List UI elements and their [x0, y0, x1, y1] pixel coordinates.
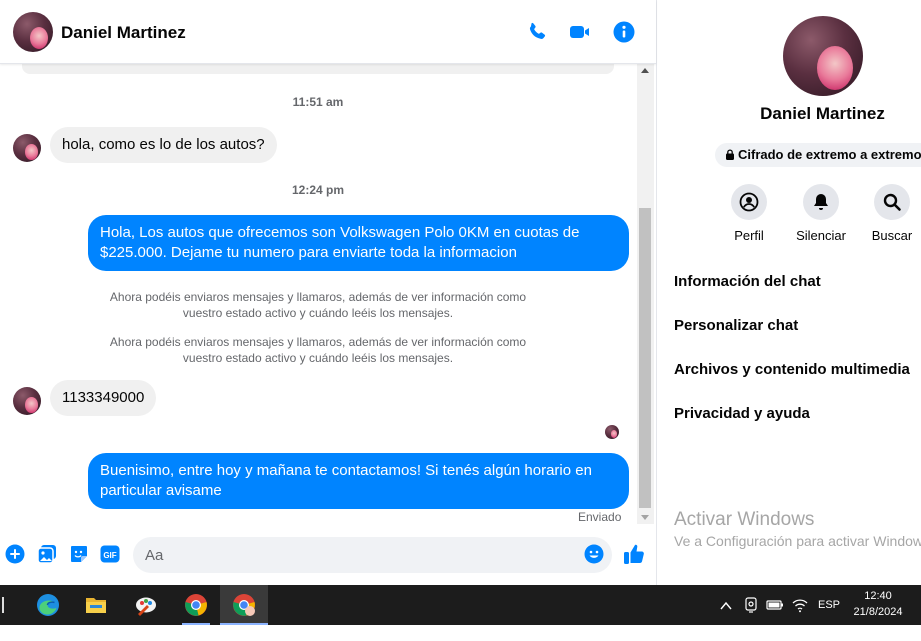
- video-camera-icon[interactable]: [568, 20, 592, 44]
- thumbs-up-icon[interactable]: [622, 542, 646, 566]
- search-button[interactable]: Buscar: [857, 184, 921, 243]
- photo-icon[interactable]: [37, 544, 57, 564]
- emoji-icon[interactable]: [584, 544, 604, 564]
- system-note: Ahora podéis enviaros mensajes y llamaro…: [109, 290, 527, 320]
- plus-icon[interactable]: [5, 544, 25, 564]
- composer: GIF: [0, 532, 656, 578]
- chat-header: Daniel Martinez: [0, 0, 656, 64]
- bell-icon: [814, 194, 828, 210]
- taskbar-file-explorer[interactable]: [72, 585, 120, 625]
- chrome-profile-icon: [233, 594, 255, 616]
- taskbar-chrome[interactable]: [172, 585, 220, 625]
- language-indicator[interactable]: ESP: [818, 585, 840, 625]
- lock-icon: [726, 149, 734, 160]
- menu-privacy-help[interactable]: Privacidad y ayuda: [674, 405, 810, 422]
- chrome-icon: [185, 594, 207, 616]
- menu-media-files[interactable]: Archivos y contenido multimedia: [674, 361, 910, 378]
- message-input[interactable]: [133, 537, 612, 573]
- info-icon[interactable]: [612, 20, 636, 44]
- system-note: Ahora podéis enviaros mensajes y llamaro…: [109, 335, 527, 365]
- outgoing-message[interactable]: Buenisimo, entre hoy y mañana te contact…: [88, 453, 629, 509]
- incoming-message[interactable]: hola, como es lo de los autos?: [50, 127, 277, 163]
- encryption-badge-label: Cifrado de extremo a extremo: [738, 147, 921, 162]
- profile-button-circle[interactable]: [731, 184, 767, 220]
- taskbar-chrome-profile[interactable]: [220, 585, 268, 625]
- contact-avatar[interactable]: [13, 12, 53, 52]
- profile-button[interactable]: Perfil: [714, 184, 784, 243]
- taskbar-edge-app[interactable]: [24, 585, 72, 625]
- previous-message-bubble: [22, 64, 614, 74]
- tray-overflow-chevron[interactable]: [720, 585, 732, 625]
- phone-icon[interactable]: [525, 20, 549, 44]
- sticker-icon[interactable]: [69, 544, 89, 564]
- taskbar: ESP 12:40 21/8/2024: [0, 585, 921, 625]
- timestamp: 11:51 am: [292, 95, 344, 109]
- scrollbar[interactable]: [637, 64, 654, 524]
- clock-time: 12:40: [864, 590, 892, 602]
- profile-icon: [739, 192, 759, 212]
- profile-button-label: Perfil: [734, 228, 764, 243]
- outgoing-message[interactable]: Hola, Los autos que ofrecemos son Volksw…: [88, 215, 629, 271]
- message-list[interactable]: 11:51 am hola, como es lo de los autos? …: [0, 64, 636, 524]
- scroll-down-arrow[interactable]: [641, 515, 649, 520]
- battery-icon[interactable]: [766, 598, 784, 612]
- chevron-up-icon: [720, 601, 732, 610]
- gif-icon[interactable]: GIF: [100, 544, 120, 564]
- message-avatar: [13, 387, 41, 415]
- menu-chat-info[interactable]: Información del chat: [674, 273, 821, 290]
- search-button-circle[interactable]: [874, 184, 910, 220]
- wifi-icon[interactable]: [792, 597, 808, 613]
- mute-button-label: Silenciar: [796, 228, 846, 243]
- windows-activation-title: Activar Windows: [674, 509, 815, 530]
- incoming-message[interactable]: 1133349000: [50, 380, 157, 416]
- mute-button-circle[interactable]: [803, 184, 839, 220]
- search-icon: [883, 193, 901, 211]
- read-receipt-avatar: [605, 425, 619, 439]
- encryption-badge[interactable]: Cifrado de extremo a extremo: [715, 143, 921, 167]
- mute-button[interactable]: Silenciar: [786, 184, 856, 243]
- meet-now-icon[interactable]: [744, 597, 758, 613]
- scroll-thumb[interactable]: [639, 208, 651, 508]
- profile-name: Daniel Martinez: [760, 104, 885, 123]
- taskbar-clock[interactable]: 12:40 21/8/2024: [846, 588, 910, 620]
- svg-text:GIF: GIF: [103, 551, 116, 560]
- clock-date: 21/8/2024: [853, 606, 903, 618]
- sent-status: Enviado: [578, 510, 622, 524]
- contact-name[interactable]: Daniel Martinez: [61, 23, 186, 43]
- file-explorer-icon: [86, 598, 106, 613]
- paint-icon: [136, 597, 156, 616]
- taskbar-edge: [2, 597, 4, 613]
- profile-avatar[interactable]: [783, 16, 863, 96]
- windows-activation-subtitle: Ve a Configuración para activar Windows.: [674, 533, 921, 549]
- chat-pane: Daniel Martinez 11:51 am hola, como es l…: [0, 0, 656, 585]
- chat-info-pane: Daniel Martinez Cifrado de extremo a ext…: [656, 0, 921, 585]
- message-avatar: [13, 134, 41, 162]
- timestamp: 12:24 pm: [291, 183, 345, 197]
- menu-customize-chat[interactable]: Personalizar chat: [674, 317, 798, 334]
- scroll-up-arrow[interactable]: [641, 68, 649, 73]
- taskbar-paint[interactable]: [122, 585, 170, 625]
- edge-icon: [37, 594, 59, 616]
- search-button-label: Buscar: [871, 228, 913, 243]
